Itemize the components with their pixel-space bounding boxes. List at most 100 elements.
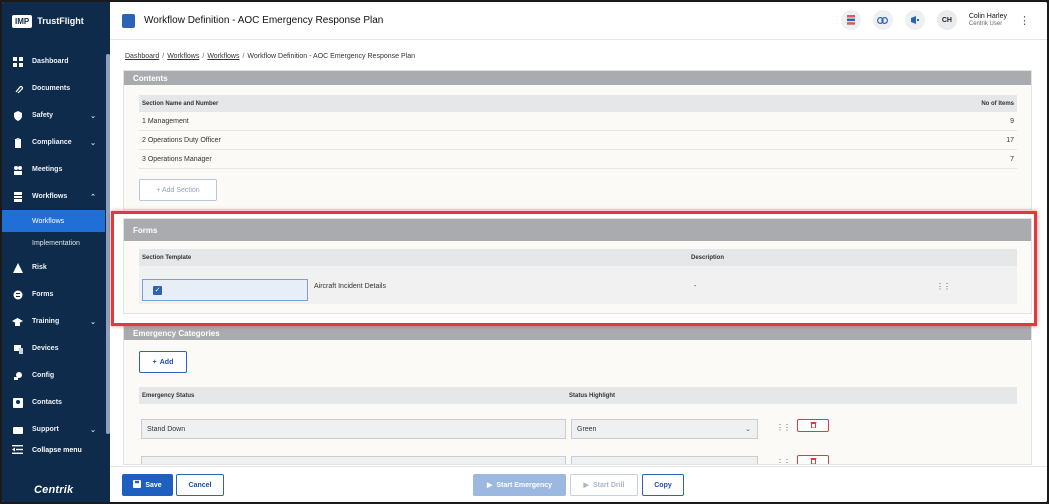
breadcrumb: Dashboard / Workflows / Workflows / Workflow D… — [125, 53, 415, 60]
sidebar-item-label: Devices — [32, 345, 59, 352]
sidebar-item-support[interactable]: Support ⌄ — [2, 416, 110, 443]
chevron-down-icon: ⌄ — [90, 139, 96, 147]
drag-handle-icon[interactable]: ⋮⋮ — [936, 282, 951, 291]
sidebar-item-label: Contacts — [32, 399, 62, 406]
trash-icon — [810, 421, 817, 430]
user-info[interactable]: Colin Harley Centrik User — [969, 13, 1007, 27]
sidebar-item-forms[interactable]: Forms — [2, 281, 110, 308]
stack-icon[interactable] — [840, 10, 861, 30]
template-description: - — [694, 283, 697, 290]
sidebar-item-training[interactable]: Training ⌄ — [2, 308, 110, 335]
sidebar: IMP TrustFlight Dashboard Documents Safe… — [2, 2, 110, 502]
checkbox[interactable]: ✓ — [153, 285, 162, 295]
breadcrumb-separator: / — [242, 53, 245, 60]
contents-table: Section Name and Number No of Items 1 Ma… — [139, 95, 1017, 169]
template-select-cell[interactable]: ✓ — [142, 279, 308, 301]
sidebar-subitem-implementation[interactable]: Implementation — [2, 232, 110, 254]
risk-icon — [12, 262, 23, 273]
col-no-of-items: No of Items — [981, 100, 1014, 107]
start-emergency-label: Start Emergency — [496, 481, 553, 489]
workflow-icon — [12, 191, 23, 202]
play-icon: ▶ — [583, 482, 589, 489]
chevron-down-icon: ⌄ — [745, 426, 751, 433]
megaphone-icon[interactable] — [904, 10, 925, 30]
support-icon — [12, 424, 23, 435]
collapse-icon — [12, 445, 23, 456]
chevron-down-icon: ⌄ — [90, 318, 96, 326]
emergency-status-input[interactable] — [141, 456, 566, 464]
start-drill-button[interactable]: ▶ Start Drill — [570, 474, 638, 496]
sidebar-item-label: Config — [32, 372, 55, 379]
sidebar-item-config[interactable]: Config — [2, 362, 110, 389]
start-emergency-button[interactable]: ▶ Start Emergency — [473, 474, 566, 496]
sidebar-subitem-workflows[interactable]: Workflows — [2, 210, 105, 232]
sidebar-item-label: Forms — [32, 291, 54, 298]
plus-icon: + — [152, 358, 157, 366]
drag-handle-icon[interactable]: ⋮⋮ — [776, 458, 791, 464]
add-section-button[interactable]: + Add Section — [139, 179, 217, 201]
chevron-down-icon: ⌄ — [90, 112, 96, 120]
sidebar-item-safety[interactable]: Safety ⌄ — [2, 102, 110, 129]
play-icon: ▶ — [486, 482, 493, 489]
section-name: 3 Operations Manager — [142, 155, 212, 163]
start-drill-label: Start Drill — [592, 481, 625, 489]
contents-panel: Contents Section Name and Number No of I… — [123, 70, 1032, 210]
breadcrumb-workflows-list[interactable]: Workflows — [207, 53, 239, 60]
status-highlight-select[interactable]: Green ⌄ — [571, 419, 758, 439]
status-highlight-select[interactable] — [571, 456, 758, 464]
sidebar-item-label: Meetings — [32, 166, 63, 173]
sidebar-item-dashboard[interactable]: Dashboard — [2, 48, 110, 75]
col-section-name: Section Name and Number — [142, 100, 219, 107]
sidebar-item-devices[interactable]: Devices — [2, 335, 110, 362]
sidebar-item-label: Risk — [32, 264, 47, 271]
table-header: Emergency Status Status Highlight — [139, 387, 1017, 404]
document-icon — [122, 13, 135, 28]
sidebar-item-label: Training — [32, 318, 60, 325]
section-count: 17 — [1006, 136, 1014, 144]
link-icon[interactable] — [872, 10, 893, 30]
delete-button[interactable] — [797, 455, 829, 464]
config-icon — [12, 370, 23, 381]
table-header: Section Name and Number No of Items — [139, 95, 1017, 112]
table-header: Section Template Description — [139, 249, 1017, 266]
sidebar-item-documents[interactable]: Documents — [2, 75, 110, 102]
copy-button[interactable]: Copy — [642, 474, 684, 496]
section-name: 2 Operations Duty Officer — [142, 136, 221, 144]
user-role: Centrik User — [968, 21, 1003, 27]
breadcrumb-workflows[interactable]: Workflows — [167, 53, 199, 60]
page-title: Workflow Definition - AOC Emergency Resp… — [144, 15, 384, 26]
forms-heading: Forms — [124, 219, 1031, 241]
shield-icon — [12, 110, 23, 121]
more-options-icon[interactable]: ⋮ — [1019, 14, 1030, 27]
emergency-categories-panel: Emergency Categories + Add Emergency Sta… — [123, 325, 1032, 465]
sidebar-item-label: Safety — [32, 112, 54, 119]
table-row[interactable]: 2 Operations Duty Officer 17 — [139, 131, 1017, 150]
table-row[interactable]: 1 Management 9 — [139, 112, 1017, 131]
sidebar-item-contacts[interactable]: Contacts — [2, 389, 110, 416]
contents-heading: Contents — [124, 71, 1031, 85]
save-label: Save — [145, 481, 162, 489]
top-bar: Workflow Definition - AOC Emergency Resp… — [110, 2, 1047, 40]
drag-handle-icon[interactable]: ⋮⋮ — [776, 423, 791, 432]
paperclip-icon — [12, 83, 23, 94]
breadcrumb-dashboard[interactable]: Dashboard — [125, 53, 159, 60]
chevron-down-icon: ⌄ — [90, 426, 96, 434]
sidebar-item-workflows[interactable]: Workflows ⌃ — [2, 183, 110, 210]
save-button[interactable]: Save — [122, 474, 173, 496]
col-section-template: Section Template — [142, 254, 192, 261]
delete-button[interactable] — [797, 419, 829, 432]
cancel-button[interactable]: Cancel — [176, 474, 224, 496]
forms-table: Section Template Description ✓ Aircraft … — [139, 249, 1017, 304]
emergency-status-input[interactable]: Stand Down — [141, 419, 566, 439]
avatar[interactable]: CH — [936, 10, 957, 30]
sidebar-item-meetings[interactable]: Meetings — [2, 156, 110, 183]
sidebar-item-risk[interactable]: Risk — [2, 254, 110, 281]
collapse-menu-button[interactable]: Collapse menu — [12, 445, 82, 456]
add-category-button[interactable]: + Add — [139, 351, 187, 373]
sidebar-item-compliance[interactable]: Compliance ⌄ — [2, 129, 110, 156]
table-row[interactable]: 3 Operations Manager 7 — [139, 150, 1017, 169]
add-label: Add — [159, 358, 174, 366]
table-row[interactable]: ✓ Aircraft Incident Details - ⋮⋮ — [139, 266, 1017, 304]
sidebar-nav: Dashboard Documents Safety ⌄ Compliance … — [2, 48, 110, 443]
sidebar-item-label: Compliance — [32, 139, 72, 146]
